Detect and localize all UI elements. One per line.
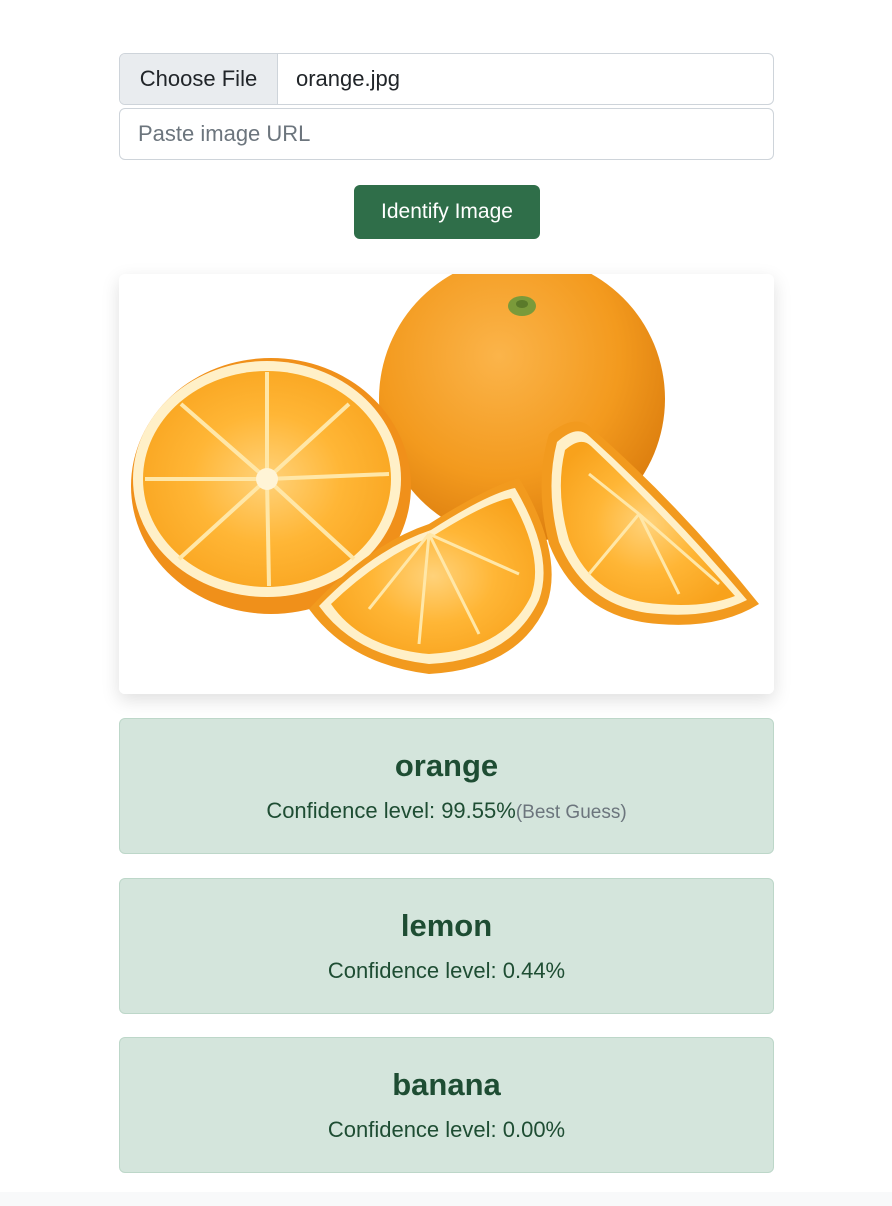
orange-fruit-image xyxy=(119,274,774,694)
prediction-label: lemon xyxy=(400,908,493,943)
confidence-text: Confidence level: 0.44% xyxy=(327,958,566,983)
result-card: banana Confidence level: 0.00% xyxy=(119,1037,774,1173)
confidence-line: Confidence level: 99.55%(Best Guess) xyxy=(120,798,773,826)
identify-image-button[interactable]: Identify Image xyxy=(354,185,540,239)
prediction-label: banana xyxy=(392,1067,501,1102)
choose-file-button[interactable]: Choose File xyxy=(120,54,278,104)
prediction-label: orange xyxy=(394,748,499,783)
image-preview-card xyxy=(119,274,774,694)
best-guess-note: (Best Guess) xyxy=(515,802,627,823)
result-card: orange Confidence level: 99.55%(Best Gue… xyxy=(119,718,774,854)
page: Choose File orange.jpg Identify Image xyxy=(0,0,892,1206)
page-footer-strip xyxy=(0,1192,892,1206)
image-url-input[interactable] xyxy=(119,108,774,160)
confidence-text: Confidence level: 0.00% xyxy=(327,1117,566,1142)
confidence-text: Confidence level: 99.55% xyxy=(266,798,516,823)
result-card: lemon Confidence level: 0.44% xyxy=(119,878,774,1014)
selected-file-name: orange.jpg xyxy=(296,66,400,91)
file-input[interactable]: Choose File orange.jpg xyxy=(119,53,774,105)
